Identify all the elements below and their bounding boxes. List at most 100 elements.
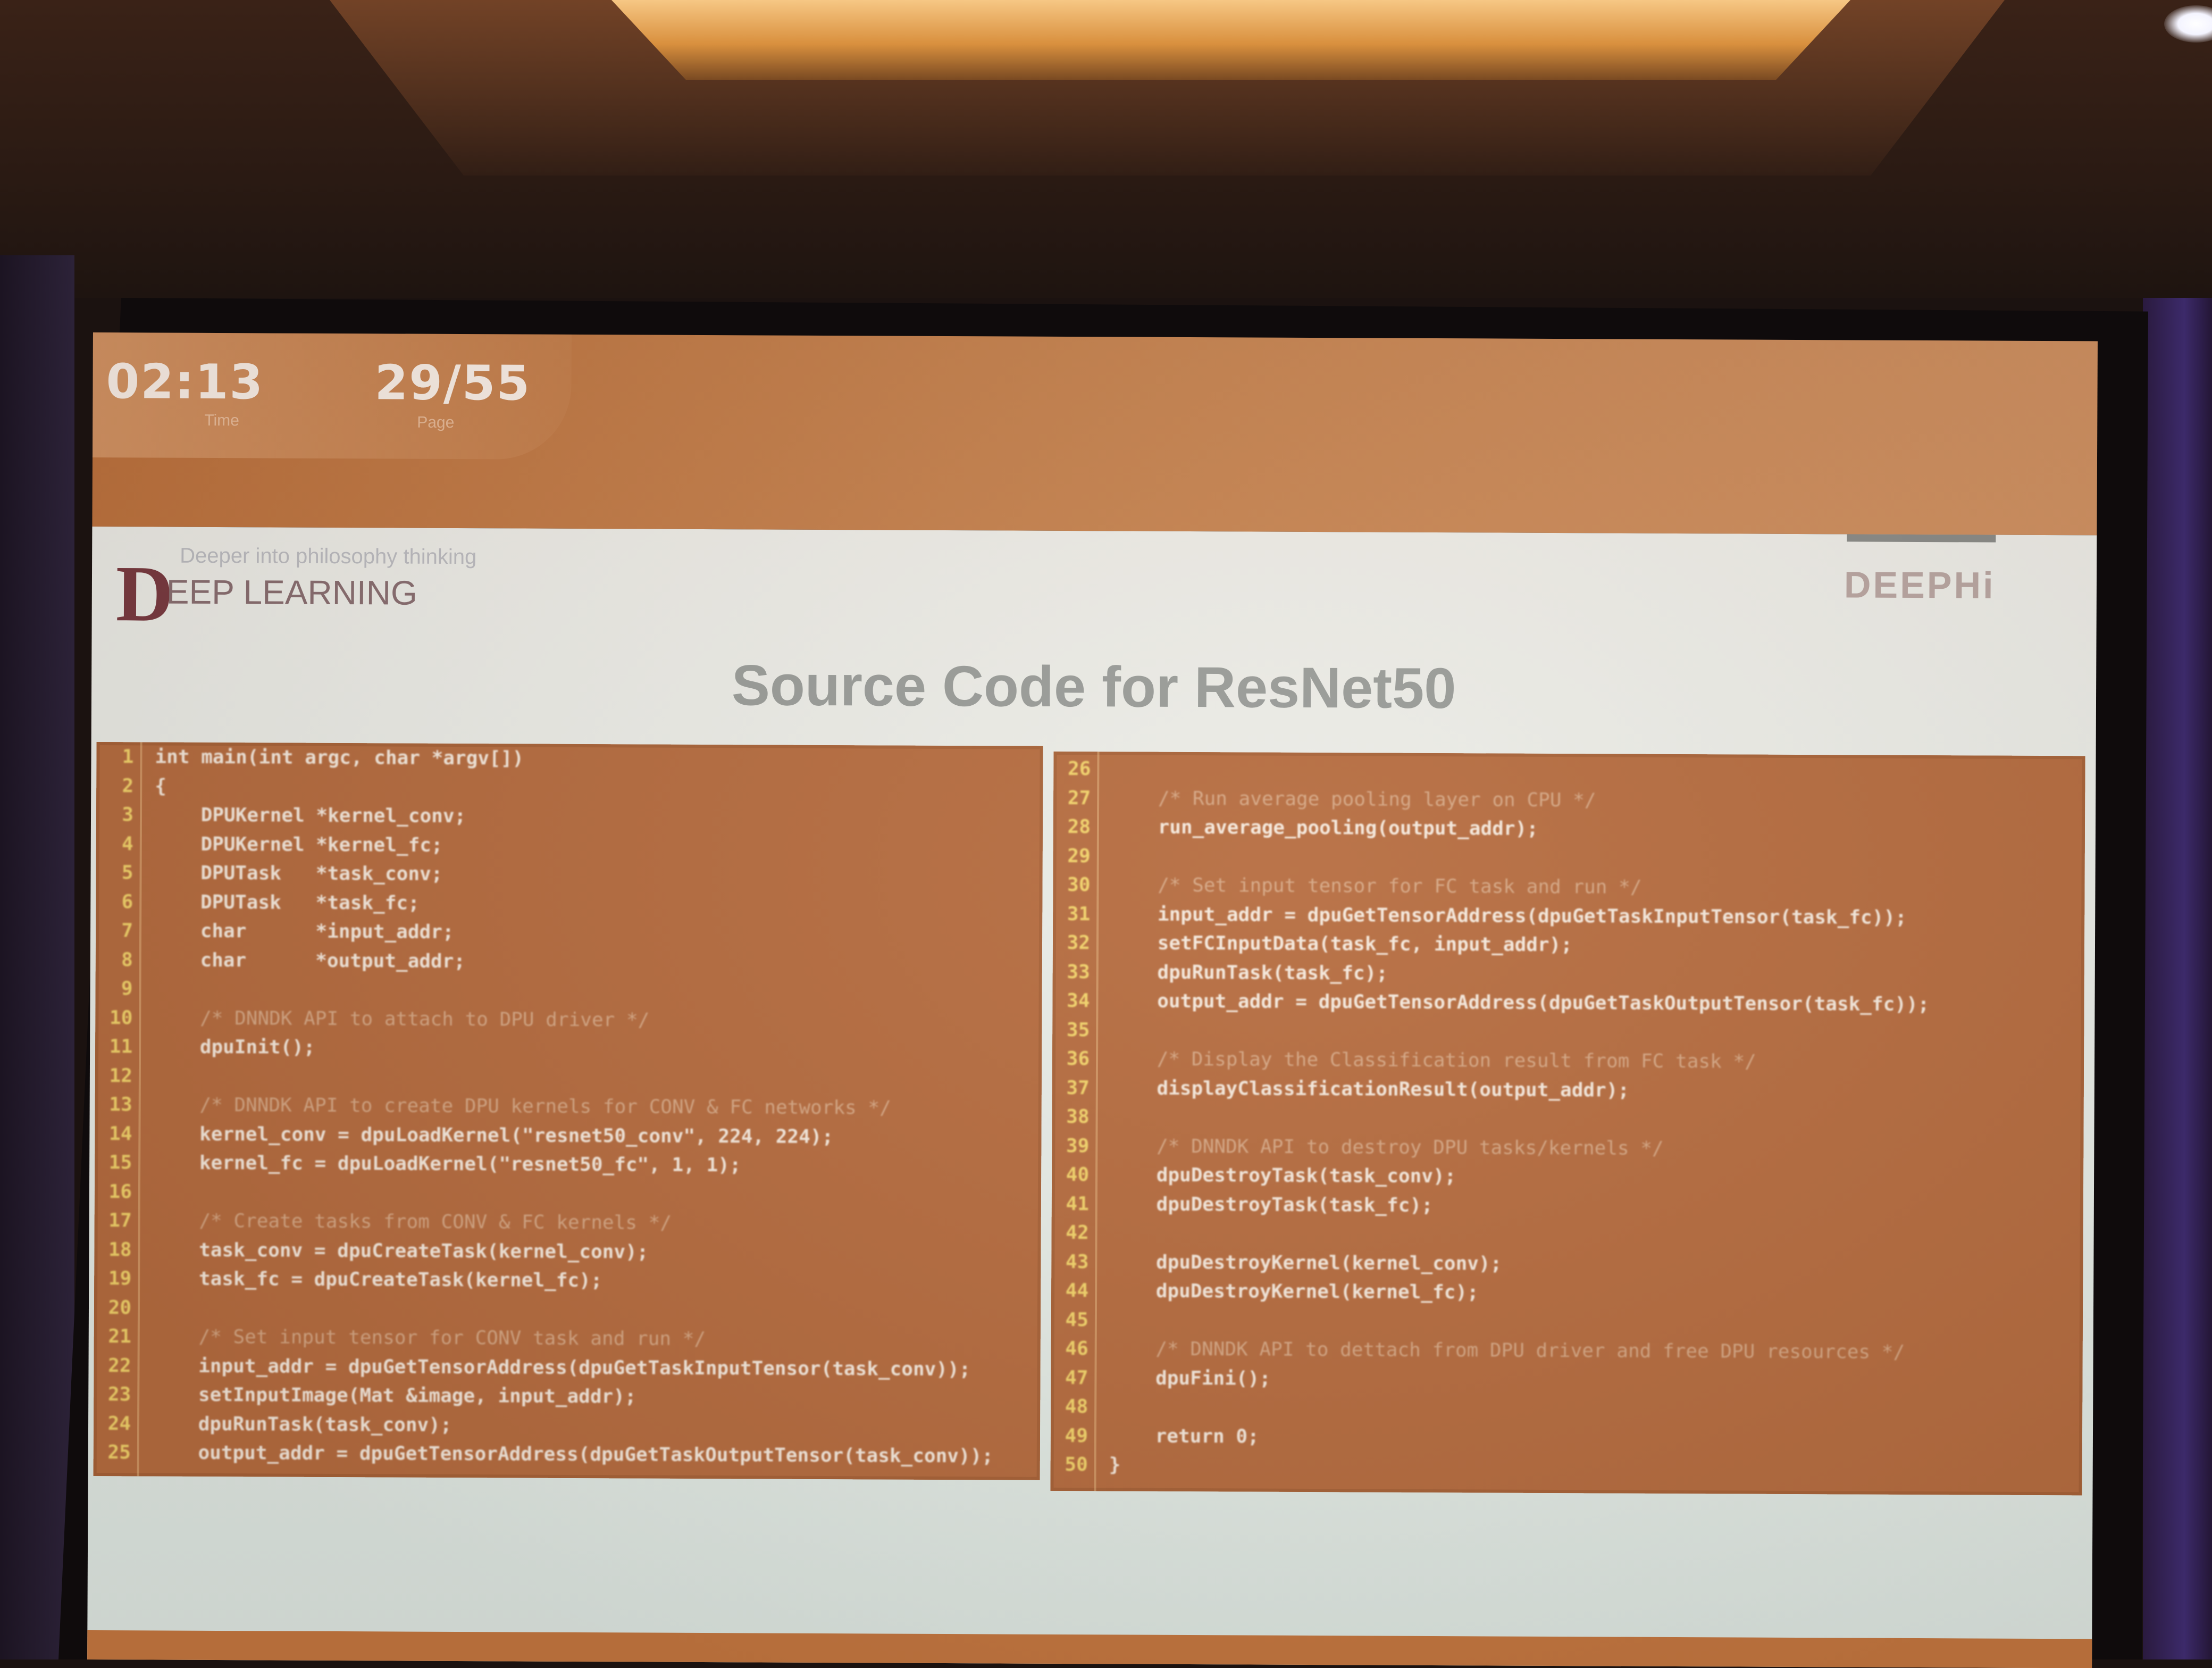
code-statement: kernel_conv = dpuLoadKernel("resnet50_co…: [153, 1123, 834, 1148]
code-line: 22 input_addr = dpuGetTensorAddress(dpuG…: [94, 1351, 1040, 1385]
code-line: 31 input_addr = dpuGetTensorAddress(dpuG…: [1053, 899, 2084, 932]
code-line: 47 dpuFini();: [1051, 1363, 2082, 1396]
slide-body: D Deeper into philosophy thinking EEP LE…: [87, 526, 2097, 1668]
line-number: 21: [108, 1325, 131, 1348]
line-number: 32: [1067, 932, 1091, 954]
line-number: 19: [108, 1267, 132, 1290]
line-number: 33: [1067, 961, 1090, 983]
code-line: 9: [95, 974, 1042, 1007]
line-number: 30: [1067, 874, 1091, 896]
line-number: 15: [108, 1152, 132, 1174]
line-number: 20: [108, 1296, 132, 1319]
code-statement: run_average_pooling(output_addr);: [1111, 816, 1538, 840]
code-statement: setFCInputData(task_fc, input_addr);: [1111, 932, 1573, 956]
line-number: 24: [107, 1412, 131, 1435]
deephi-brand-logo: DEEPHi: [1844, 564, 1996, 606]
code-comment: /* Display the Classification result fro…: [1110, 1048, 1756, 1073]
line-number: 37: [1066, 1077, 1090, 1099]
line-number: 45: [1065, 1308, 1089, 1331]
code-line: 50}: [1051, 1450, 2082, 1483]
line-number: 10: [109, 1006, 133, 1029]
code-statement: int main(int argc, char *argv[]): [155, 746, 524, 770]
line-number: 16: [108, 1180, 132, 1203]
code-line: 29: [1053, 841, 2085, 874]
code-statement: dpuRunTask(task_conv);: [152, 1413, 452, 1436]
code-statement: }: [1109, 1454, 1121, 1476]
line-number: 46: [1065, 1337, 1088, 1360]
code-statement: displayClassificationResult(output_addr)…: [1110, 1077, 1630, 1102]
code-line: 43 dpuDestroyKernel(kernel_conv);: [1051, 1247, 2083, 1280]
timer-label: Time: [204, 411, 239, 430]
code-line: 20: [94, 1293, 1041, 1327]
line-number: 42: [1066, 1221, 1089, 1244]
line-number: 50: [1065, 1453, 1088, 1476]
ceiling: [0, 0, 2212, 298]
line-number: 38: [1066, 1106, 1090, 1128]
line-number: 41: [1066, 1192, 1089, 1215]
code-line: 12: [95, 1061, 1042, 1095]
line-number: 34: [1067, 990, 1090, 1012]
code-panel-right: 26 27 /* Run average pooling layer on CPU…: [1050, 751, 2085, 1496]
code-line: 15 kernel_fc = dpuLoadKernel("resnet50_f…: [95, 1148, 1041, 1181]
line-number: 4: [122, 832, 133, 855]
line-number: 12: [109, 1064, 132, 1087]
deep-learning-logo-letter: D: [115, 549, 174, 638]
code-line: 32 setFCInputData(task_fc, input_addr);: [1053, 928, 2084, 962]
timer-value: 02:13: [106, 354, 264, 411]
line-number: 9: [121, 978, 133, 1000]
header-accent-strip: [1847, 534, 1996, 543]
line-number: 22: [108, 1354, 131, 1377]
line-number: 43: [1065, 1250, 1089, 1273]
code-line: 11 dpuInit();: [95, 1032, 1042, 1065]
code-line: 45: [1051, 1305, 2083, 1338]
code-statement: DPUKernel *kernel_fc;: [154, 833, 443, 856]
code-statement: dpuDestroyKernel(kernel_conv);: [1110, 1250, 1502, 1275]
code-line: 23 setInputImage(Mat &image, input_addr)…: [94, 1380, 1040, 1413]
code-line: 17 /* Create tasks from CONV & FC kernel…: [95, 1206, 1041, 1239]
code-panel-left: 1 int main(int argc, char *argv[]) 2{3 DPU…: [93, 742, 1043, 1480]
code-line: 27 /* Run average pooling layer on CPU *…: [1053, 783, 2085, 816]
line-number: 25: [107, 1441, 131, 1464]
code-line: 41 dpuDestroyTask(task_fc);: [1052, 1189, 2083, 1222]
code-line: 6 DPUTask *task_fc;: [96, 887, 1042, 921]
line-number: 47: [1065, 1366, 1088, 1389]
code-line: 19 task_fc = dpuCreateTask(kernel_fc);: [94, 1264, 1041, 1297]
code-statement: char *output_addr;: [154, 949, 466, 972]
code-statement: dpuFini();: [1109, 1366, 1271, 1390]
code-statement: DPUTask *task_conv;: [154, 862, 443, 885]
code-line: 2{: [96, 771, 1043, 805]
code-statement: task_fc = dpuCreateTask(kernel_fc);: [153, 1267, 602, 1292]
code-comment: /* Run average pooling layer on CPU */: [1112, 787, 1596, 811]
code-statement: DPUKernel *kernel_conv;: [154, 804, 466, 828]
line-number: 40: [1066, 1163, 1090, 1186]
code-line: 13 /* DNNDK API to create DPU kernels fo…: [95, 1090, 1042, 1123]
code-line: 33 dpuRunTask(task_fc);: [1053, 957, 2084, 990]
code-statement: task_conv = dpuCreateTask(kernel_conv);: [153, 1239, 649, 1263]
line-number: 39: [1066, 1135, 1090, 1157]
page-counter-value: 29/55: [374, 355, 531, 412]
line-number: 14: [108, 1122, 132, 1145]
code-statement: dpuDestroyTask(task_fc);: [1110, 1192, 1433, 1216]
line-number: 48: [1065, 1395, 1088, 1418]
line-number: 11: [109, 1036, 133, 1058]
line-number: 3: [122, 804, 134, 826]
code-statement: dpuDestroyKernel(kernel_fc);: [1110, 1280, 1479, 1304]
line-number: 29: [1067, 845, 1091, 867]
code-line: 44 dpuDestroyKernel(kernel_fc);: [1051, 1276, 2083, 1310]
code-line: 25 output_addr = dpuGetTensorAddress(dpu…: [94, 1438, 1040, 1471]
code-comment: /* DNNDK API to destroy DPU tasks/kernel…: [1110, 1135, 1664, 1160]
line-number: 8: [121, 948, 133, 971]
code-statement: DPUTask *task_fc;: [154, 891, 420, 914]
code-comment: /* DNNDK API to create DPU kernels for C…: [153, 1094, 891, 1119]
code-line: 39 /* DNNDK API to destroy DPU tasks/ker…: [1052, 1131, 2083, 1164]
line-number: 49: [1065, 1424, 1088, 1447]
line-number: 5: [121, 862, 133, 884]
line-number: 13: [109, 1094, 132, 1116]
deep-learning-logo-text: EEP LEARNING: [166, 572, 417, 612]
line-number: 26: [1067, 758, 1091, 780]
code-line: 16: [95, 1177, 1041, 1211]
code-line: 21 /* Set input tensor for CONV task and…: [94, 1322, 1041, 1355]
page-counter-label: Page: [417, 413, 455, 431]
code-line: 42: [1052, 1218, 2083, 1252]
code-statement: setInputImage(Mat &image, input_addr);: [152, 1383, 636, 1408]
